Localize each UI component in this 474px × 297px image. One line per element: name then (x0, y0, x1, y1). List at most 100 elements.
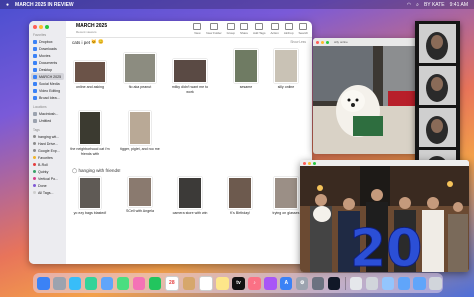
strip-photo-1 (419, 24, 456, 63)
safari-icon[interactable] (69, 276, 82, 290)
apple-menu-icon[interactable]: ● (6, 2, 9, 8)
podcasts-icon[interactable] (264, 276, 277, 290)
sidebar-tag[interactable]: B-Roll (29, 161, 66, 168)
sidebar-tag[interactable]: Favorites (29, 154, 66, 161)
clock[interactable]: 9:41 AM (450, 2, 468, 8)
file-name: sesame (239, 85, 253, 89)
section-label: hanging with friends! (78, 168, 121, 173)
file-item[interactable]: yo ezy bags blasted! (70, 177, 110, 216)
file-item[interactable]: the neighborhood cat i'm friends with (70, 111, 110, 156)
folder-plus-icon (209, 23, 218, 30)
sidebar-location[interactable]: Macintosh... (29, 110, 66, 117)
zoom-button[interactable] (313, 161, 316, 165)
sidebar-item-label: Desktop (39, 67, 53, 72)
file-item[interactable]: fio aka peanut (120, 53, 160, 90)
wifi-icon[interactable]: ◠ (407, 2, 411, 8)
toolbar-button[interactable]: Group (227, 23, 235, 35)
file-item[interactable]: sesame (226, 49, 266, 90)
minimize-button[interactable] (39, 25, 43, 29)
show-less-button[interactable]: Show Less (290, 40, 306, 44)
recent-viewers-label[interactable]: Recent viewers (76, 30, 97, 34)
folder-icon[interactable] (397, 276, 410, 290)
finder-window: Favorites Dropbox Downloads Movies Document… (29, 21, 312, 264)
folder-icon (33, 74, 37, 79)
preview-icon[interactable] (365, 276, 379, 290)
close-button[interactable] (33, 25, 37, 29)
sidebar-item[interactable]: Dropbox (29, 38, 66, 45)
iphone-mirroring-icon[interactable] (311, 276, 325, 290)
grapher-icon[interactable] (381, 276, 394, 290)
file-item[interactable]: silly online (266, 49, 306, 90)
sidebar-item-label: Downloads (39, 46, 57, 51)
menu-bar: ● MARCH 2025 IN REVIEW ◠ ⌕ BY KATE 9:41 … (0, 0, 474, 9)
sidebar-item[interactable]: Downloads (29, 45, 66, 52)
search-icon[interactable]: ⌕ (416, 2, 419, 8)
toolbar-button[interactable]: Airdrop (284, 23, 293, 35)
file-thumbnail (234, 49, 258, 83)
sidebar-tag[interactable]: Vertical Po... (29, 175, 66, 182)
music-icon[interactable]: ♪ (248, 276, 261, 290)
finder-icon[interactable] (37, 276, 50, 290)
file-thumbnail (79, 177, 101, 209)
app-name[interactable]: MARCH 2025 IN REVIEW (15, 2, 74, 8)
final-cut-icon[interactable] (327, 276, 341, 290)
sidebar-location[interactable]: Untitled (29, 117, 66, 124)
file-item[interactable]: K's Birthday! (220, 177, 260, 216)
file-item[interactable]: milky didn't want me to work (170, 59, 210, 94)
file-thumbnail (274, 49, 298, 83)
close-button[interactable] (303, 161, 306, 165)
sidebar-item[interactable]: Desktop (29, 66, 66, 73)
sidebar-item[interactable]: Social Media (29, 80, 66, 87)
ellipsis-icon (270, 23, 279, 30)
sidebar-item[interactable]: Documents (29, 59, 66, 66)
notes-icon[interactable] (216, 276, 229, 290)
toolbar-button[interactable]: Add Tags (253, 23, 265, 35)
sidebar-tag[interactable]: Google Exp... (29, 147, 66, 154)
script-editor-icon[interactable] (349, 276, 363, 290)
contacts-icon[interactable] (182, 276, 195, 290)
mail-icon[interactable] (100, 276, 114, 290)
trash-icon[interactable] (429, 276, 442, 290)
sidebar-item[interactable]: Video Editing (29, 87, 66, 94)
toolbar-button[interactable]: View (193, 23, 202, 35)
file-item[interactable]: online and asking (70, 61, 110, 90)
sidebar-item[interactable]: MARCH 2025 (31, 73, 64, 80)
sidebar-tag[interactable]: Hard Drive... (29, 140, 66, 147)
app-store-icon[interactable]: A (280, 276, 293, 290)
group-photo: 20 (300, 166, 469, 272)
sidebar-item[interactable]: Broad Idea... (29, 94, 66, 101)
minimize-button[interactable] (308, 161, 311, 165)
launchpad-icon[interactable] (53, 276, 66, 290)
sidebar-tag[interactable]: All Tags... (29, 189, 66, 196)
user-label[interactable]: BY KATE (424, 2, 445, 8)
sidebar-tag[interactable]: hanging wit... (29, 133, 66, 140)
toolbar-button[interactable]: Action (270, 23, 279, 35)
zoom-button[interactable] (326, 40, 329, 44)
folder-icon (33, 81, 37, 86)
photos-icon[interactable] (132, 276, 146, 290)
reminders-icon[interactable] (198, 275, 213, 291)
photostrip (415, 21, 460, 183)
zoom-button[interactable] (45, 25, 49, 29)
file-item[interactable]: tigger, piglet, and roo me (120, 111, 160, 152)
facetime-icon[interactable] (148, 276, 162, 290)
maps-icon[interactable] (116, 276, 130, 290)
file-name: camera store with win (172, 211, 208, 215)
settings-icon[interactable]: ⚙ (296, 276, 309, 290)
toolbar-button[interactable]: Search (298, 23, 308, 35)
sidebar-item[interactable]: Movies (29, 52, 66, 59)
preview-titlebar: silly online (313, 38, 430, 46)
calendar-icon[interactable]: 28 (164, 275, 179, 291)
toolbar-button[interactable]: New Folder (206, 23, 222, 35)
minimize-button[interactable] (321, 40, 324, 44)
tv-icon[interactable]: tv (232, 276, 245, 290)
messages-icon[interactable] (85, 276, 98, 290)
file-item[interactable]: camera store with win (170, 177, 210, 216)
toolbar-button[interactable]: Share (239, 23, 248, 35)
grid-view-icon (193, 23, 202, 30)
sidebar-tag[interactable]: Quirky (29, 168, 66, 175)
close-button[interactable] (316, 40, 319, 44)
downloads-icon[interactable] (413, 276, 426, 290)
sidebar-tag[interactable]: Done (29, 182, 66, 189)
file-item[interactable]: SCell with Angela (120, 177, 160, 214)
